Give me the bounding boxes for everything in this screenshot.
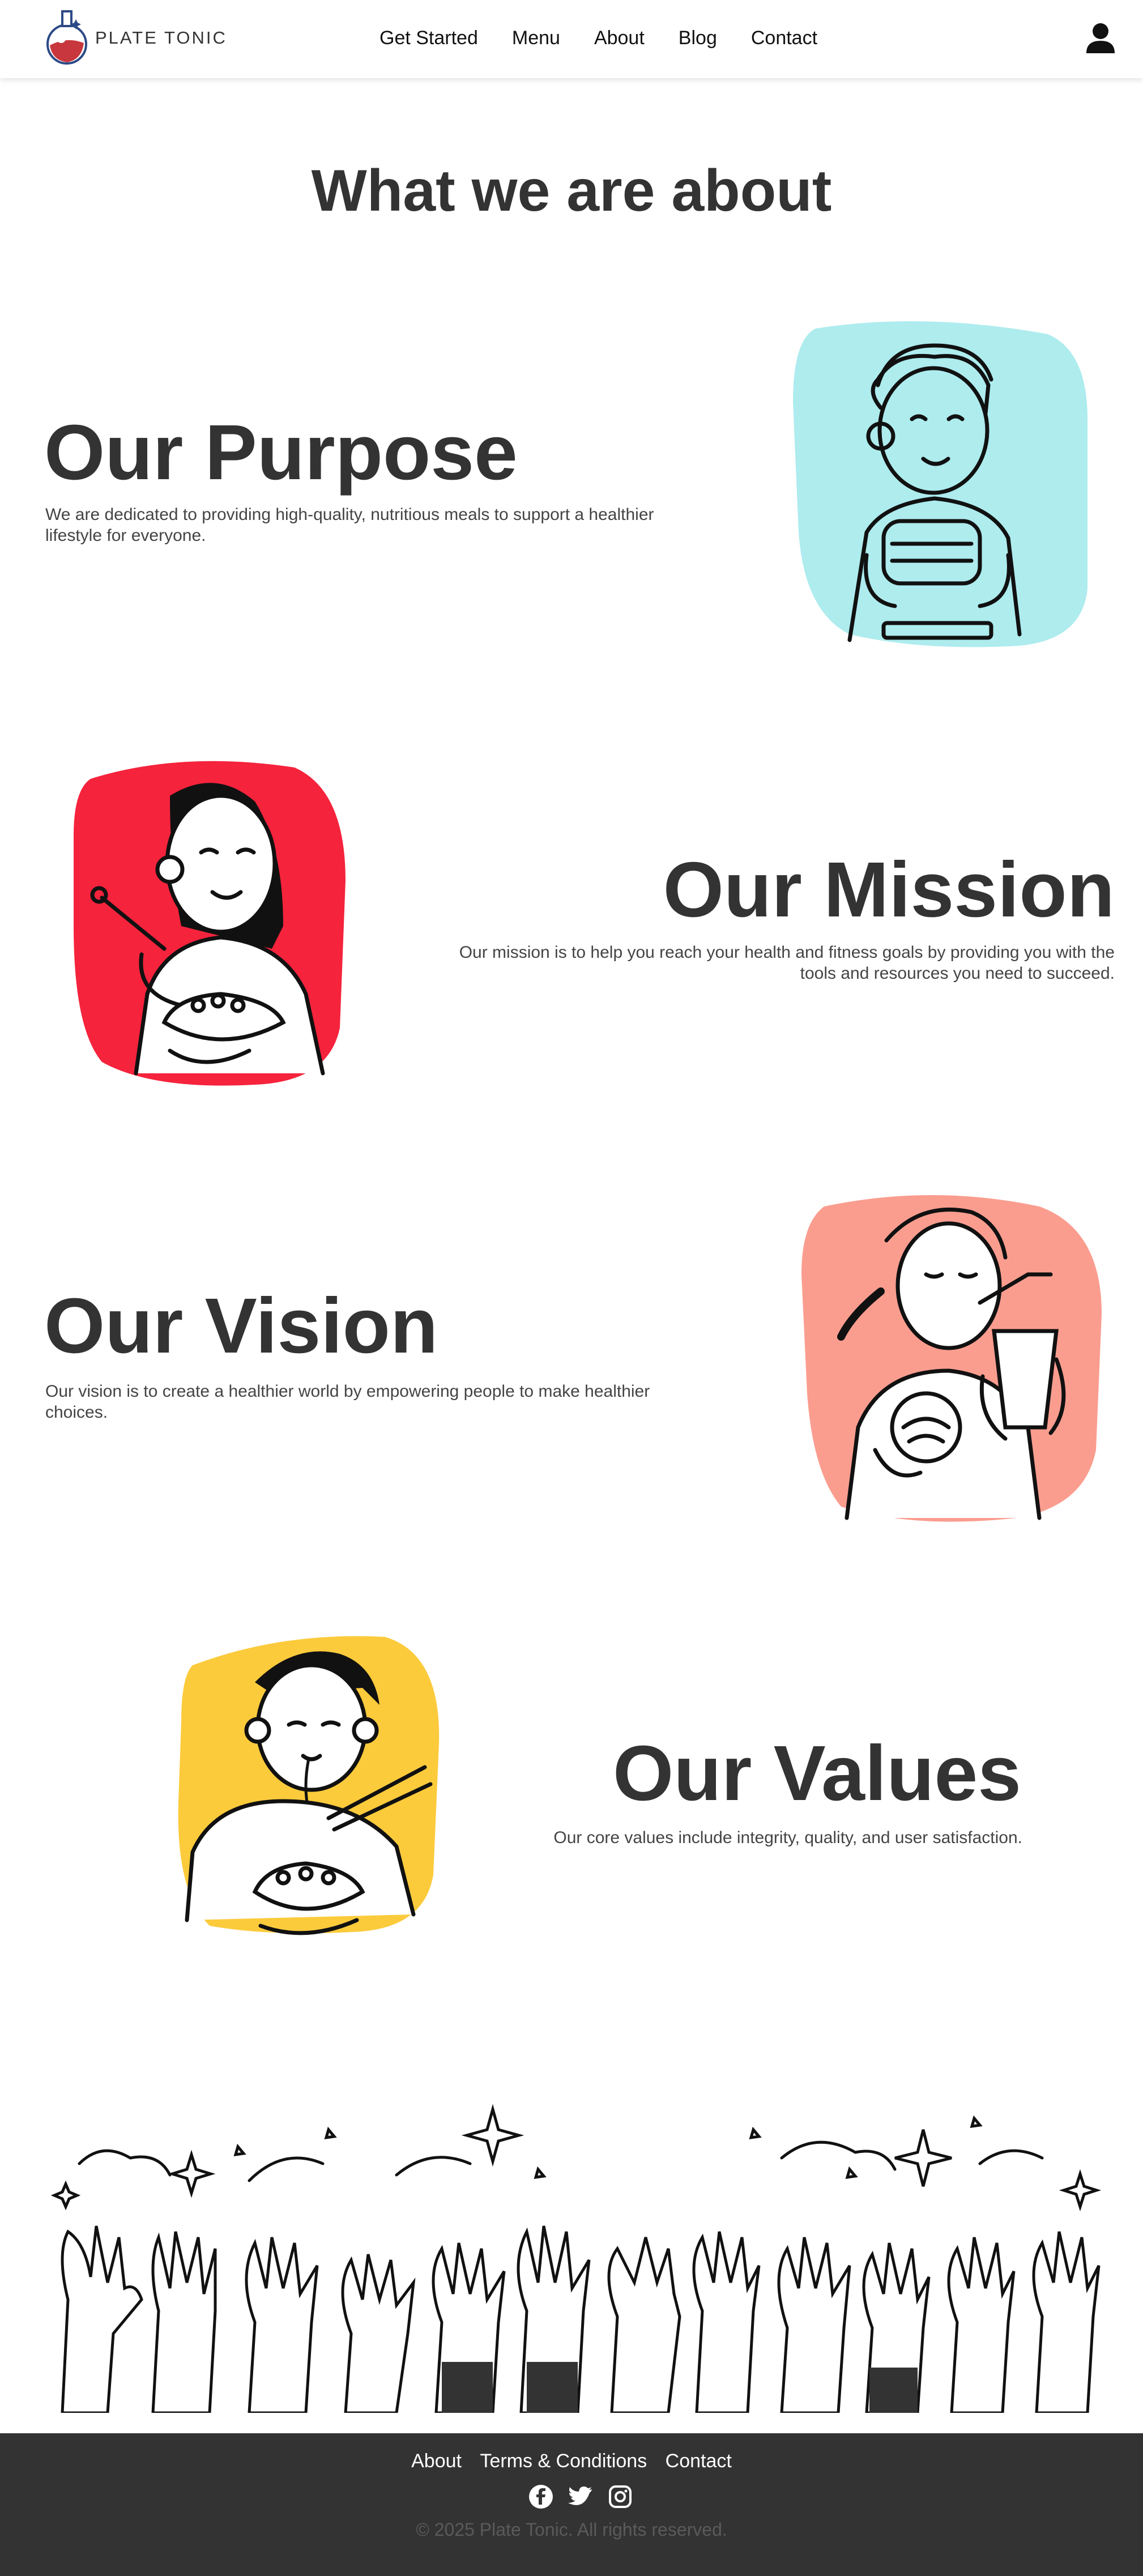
mission-text: Our mission is to help you reach your he… [459,943,1115,983]
boy-eating-sandwich-illustration [793,321,1087,647]
facebook-icon[interactable] [528,2484,553,2509]
woman-drinking-smoothie-illustration [801,1195,1102,1522]
social-links [528,2484,647,2509]
user-icon [1086,23,1115,53]
purpose-heading: Our Purpose [44,409,518,496]
nav-get-started[interactable]: Get Started [379,27,478,49]
nav-about[interactable]: About [594,27,645,49]
site-header: PLATE TONIC Get Started Menu About Blog … [0,0,1143,78]
man-eating-noodles-illustration [178,1636,440,1935]
copyright-text: © 2025 Plate Tonic. All rights reserved. [416,2519,727,2540]
vision-heading: Our Vision [44,1282,438,1370]
woman-eating-bowl-illustration [74,761,346,1086]
vision-text: Our vision is to create a healthier worl… [45,1382,650,1422]
values-heading: Our Values [613,1730,1021,1817]
nav-contact[interactable]: Contact [751,27,817,49]
values-text: Our core values include integrity, quali… [553,1828,1022,1847]
mission-heading: Our Mission [663,846,1115,933]
instagram-icon[interactable] [608,2484,633,2509]
twitter-icon[interactable] [568,2484,593,2509]
footer-link-contact[interactable]: Contact [666,2450,732,2472]
user-account-button[interactable] [1084,22,1117,54]
brand-name: PLATE TONIC [95,28,227,48]
page-title: What we are about [311,158,832,224]
site-footer: About Terms & Conditions Contact © 2025 … [0,2433,1143,2576]
footer-links: About Terms & Conditions Contact [0,2450,1143,2472]
footer-link-about[interactable]: About [411,2450,462,2472]
nav-menu[interactable]: Menu [512,27,560,49]
footer-link-terms[interactable]: Terms & Conditions [480,2450,647,2472]
raised-hands-illustration [50,2104,1102,2413]
flask-logo-icon [46,10,87,65]
logo[interactable]: PLATE TONIC [44,8,227,68]
purpose-text: We are dedicated to providing high-quali… [45,505,654,545]
main-nav: Get Started Menu About Blog Contact [379,27,851,49]
nav-blog[interactable]: Blog [679,27,717,49]
